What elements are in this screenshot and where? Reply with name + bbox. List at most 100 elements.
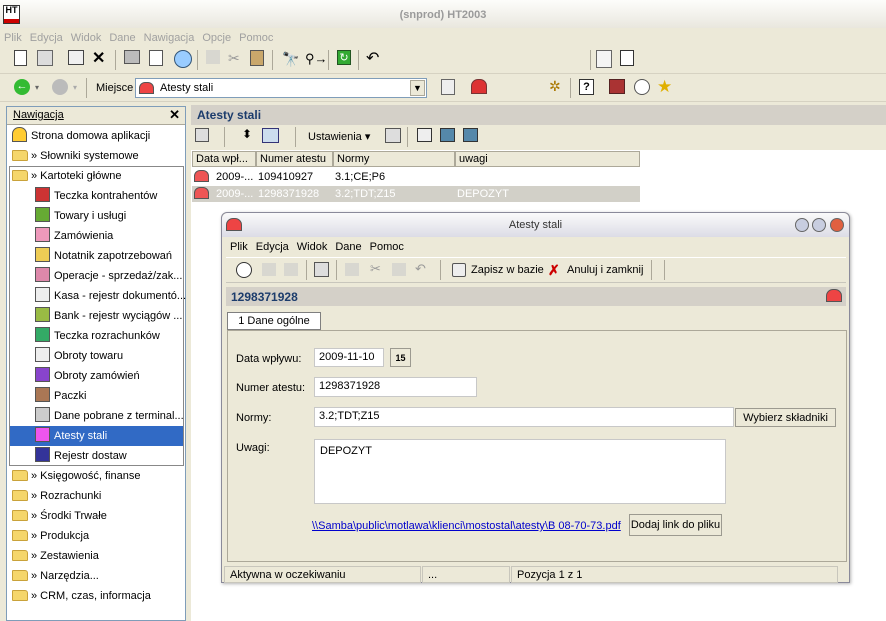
- menu-pomoc[interactable]: Pomoc: [235, 28, 277, 44]
- choose-components-button[interactable]: Wybierz składniki: [735, 408, 836, 427]
- menu-dane[interactable]: Dane: [105, 28, 139, 44]
- column-header-norms[interactable]: Normy: [333, 151, 455, 167]
- sidebar-item[interactable]: Obroty towaru: [9, 346, 183, 366]
- print-preview-icon[interactable]: [149, 50, 163, 66]
- window-icon[interactable]: [417, 128, 432, 142]
- dialog-menu-widok[interactable]: Widok: [293, 237, 332, 253]
- sidebar-item[interactable]: Paczki: [9, 386, 183, 406]
- find-next-icon[interactable]: ⚲→: [305, 50, 328, 68]
- sidebar-item[interactable]: Bank - rejestr wyciągów ...: [9, 306, 183, 326]
- add-link-button[interactable]: Dodaj link do pliku: [629, 514, 722, 536]
- sidebar-item[interactable]: Teczka kontrahentów: [9, 186, 183, 206]
- chevron-down-icon[interactable]: ▼: [410, 80, 425, 96]
- sidebar-item[interactable]: Dane pobrane z terminal...: [9, 406, 184, 426]
- panel-icon[interactable]: [620, 50, 634, 66]
- menu-edycja[interactable]: Edycja: [26, 28, 67, 44]
- close-record-icon[interactable]: [236, 262, 252, 278]
- sidebar-item[interactable]: » Środki Trwałe: [12, 506, 107, 526]
- date-field[interactable]: 2009-11-10: [314, 348, 384, 367]
- undo-icon[interactable]: ↶: [366, 50, 384, 68]
- menu-nawigacja[interactable]: Nawigacja: [140, 28, 199, 44]
- dialog-menu-pomoc[interactable]: Pomoc: [366, 237, 408, 253]
- settings-button[interactable]: Ustawienia ▾: [308, 130, 370, 143]
- edit-icon[interactable]: [68, 50, 84, 65]
- module-icon: [35, 187, 50, 202]
- help-icon[interactable]: ?: [579, 79, 594, 95]
- close-icon[interactable]: [830, 218, 844, 232]
- clock-icon[interactable]: [634, 79, 650, 95]
- folder-icon: [12, 570, 28, 581]
- dialog-menu-plik[interactable]: Plik: [222, 237, 252, 253]
- sidebar-item[interactable]: » Zestawienia: [12, 546, 99, 566]
- find-icon[interactable]: 🔭: [282, 50, 300, 68]
- sidebar-item[interactable]: Zamówienia: [9, 226, 183, 246]
- delete-icon[interactable]: ✕: [92, 50, 110, 68]
- sidebar-item-label: Atesty stali: [54, 430, 108, 442]
- filter-icon[interactable]: [195, 128, 209, 142]
- module-icon: [35, 367, 50, 382]
- tree-icon[interactable]: [596, 50, 612, 68]
- sidebar-item[interactable]: » Słowniki systemowe: [12, 146, 139, 166]
- menu-opcje[interactable]: Opcje: [198, 28, 235, 44]
- dialog-menu-edycja[interactable]: Edycja: [252, 237, 293, 253]
- sidebar-item[interactable]: Strona domowa aplikacji: [12, 126, 150, 146]
- tools-icon[interactable]: ✲: [549, 78, 567, 96]
- module-icon: [35, 447, 50, 462]
- table-cell: 3.1;CE;P6: [335, 171, 386, 183]
- menu-plik[interactable]: Plik: [0, 28, 26, 44]
- window-title: (snprod) HT2003: [399, 9, 487, 21]
- number-field[interactable]: 1298371928: [314, 377, 477, 397]
- properties-icon[interactable]: [314, 262, 329, 277]
- sidebar-item[interactable]: » Rozrachunki: [12, 486, 101, 506]
- tree-view-icon[interactable]: [441, 79, 455, 95]
- maximize-icon[interactable]: [812, 218, 826, 232]
- sidebar-item[interactable]: » Kartoteki główne: [12, 166, 122, 186]
- print-icon[interactable]: [124, 50, 140, 64]
- calendar-icon[interactable]: 15: [390, 348, 411, 367]
- back-icon[interactable]: ←: [14, 79, 30, 95]
- properties-icon[interactable]: [385, 128, 401, 143]
- layout-icon[interactable]: [440, 128, 455, 142]
- file-link[interactable]: \\Samba\public\motlawa\klienci\mostostal…: [312, 520, 621, 532]
- paste-icon[interactable]: [250, 50, 264, 66]
- sidebar-item[interactable]: Teczka rozrachunków: [9, 326, 183, 346]
- sidebar-item-label: Strona domowa aplikacji: [31, 130, 151, 142]
- address-toolbar: ← ▾ ▾ Miejsce Atesty stali ▼ ✲ ? ★: [0, 74, 886, 102]
- book-icon[interactable]: [609, 79, 625, 94]
- sidebar-item[interactable]: Obroty zamówień: [9, 366, 183, 386]
- sidebar-item[interactable]: » Księgowość, finanse: [12, 466, 140, 486]
- sidebar-item[interactable]: » CRM, czas, informacja: [12, 586, 151, 606]
- address-combo[interactable]: Atesty stali ▼: [135, 78, 427, 98]
- back-dropdown-icon[interactable]: ▾: [35, 83, 53, 101]
- favorite-star-icon[interactable]: ★: [657, 77, 675, 96]
- sidebar-item[interactable]: Notatnik zapotrzebowań: [9, 246, 183, 266]
- sidebar-item[interactable]: Operacje - sprzedaż/zak...: [9, 266, 183, 286]
- column-header-date[interactable]: Data wpł...: [192, 151, 256, 167]
- new-icon[interactable]: [14, 50, 27, 66]
- refresh-icon[interactable]: ↻: [337, 50, 351, 65]
- column-header-number[interactable]: Numer atestu: [256, 151, 333, 167]
- notes-field[interactable]: DEPOZYT: [314, 439, 726, 504]
- sidebar-item[interactable]: Kasa - rejestr dokumentó...: [9, 286, 186, 306]
- table-row-selected[interactable]: 2009-... 1298371928 3.2;TDT;Z15 DEPOZYT: [192, 186, 640, 202]
- table-row[interactable]: 2009-... 109410927 3.1;CE;P6: [192, 169, 640, 186]
- minimize-icon[interactable]: [795, 218, 809, 232]
- norms-field[interactable]: 3.2;TDT;Z15: [314, 407, 734, 427]
- grid-view-icon[interactable]: [262, 128, 279, 143]
- home-icon[interactable]: [471, 79, 487, 94]
- sidebar-item[interactable]: Towary i usługi: [9, 206, 183, 226]
- info-icon[interactable]: [463, 128, 478, 142]
- sidebar-item-selected[interactable]: Atesty stali: [9, 426, 183, 446]
- sidebar-item[interactable]: » Produkcja: [12, 526, 89, 546]
- sidebar-item[interactable]: » Narzędzia...: [12, 566, 99, 586]
- sort-icon[interactable]: ⬍: [242, 127, 260, 145]
- dialog-menu-dane[interactable]: Dane: [331, 237, 365, 253]
- sidebar-item[interactable]: Rejestr dostaw: [9, 446, 183, 466]
- dialog-title-bar[interactable]: Atesty stali: [222, 213, 849, 237]
- column-header-notes[interactable]: uwagi: [455, 151, 640, 167]
- export-icon[interactable]: [174, 50, 192, 68]
- menu-widok[interactable]: Widok: [67, 28, 106, 44]
- close-icon[interactable]: ✕: [169, 107, 180, 123]
- tab-general[interactable]: 1 Dane ogólne: [227, 312, 321, 330]
- properties-icon[interactable]: [37, 50, 53, 66]
